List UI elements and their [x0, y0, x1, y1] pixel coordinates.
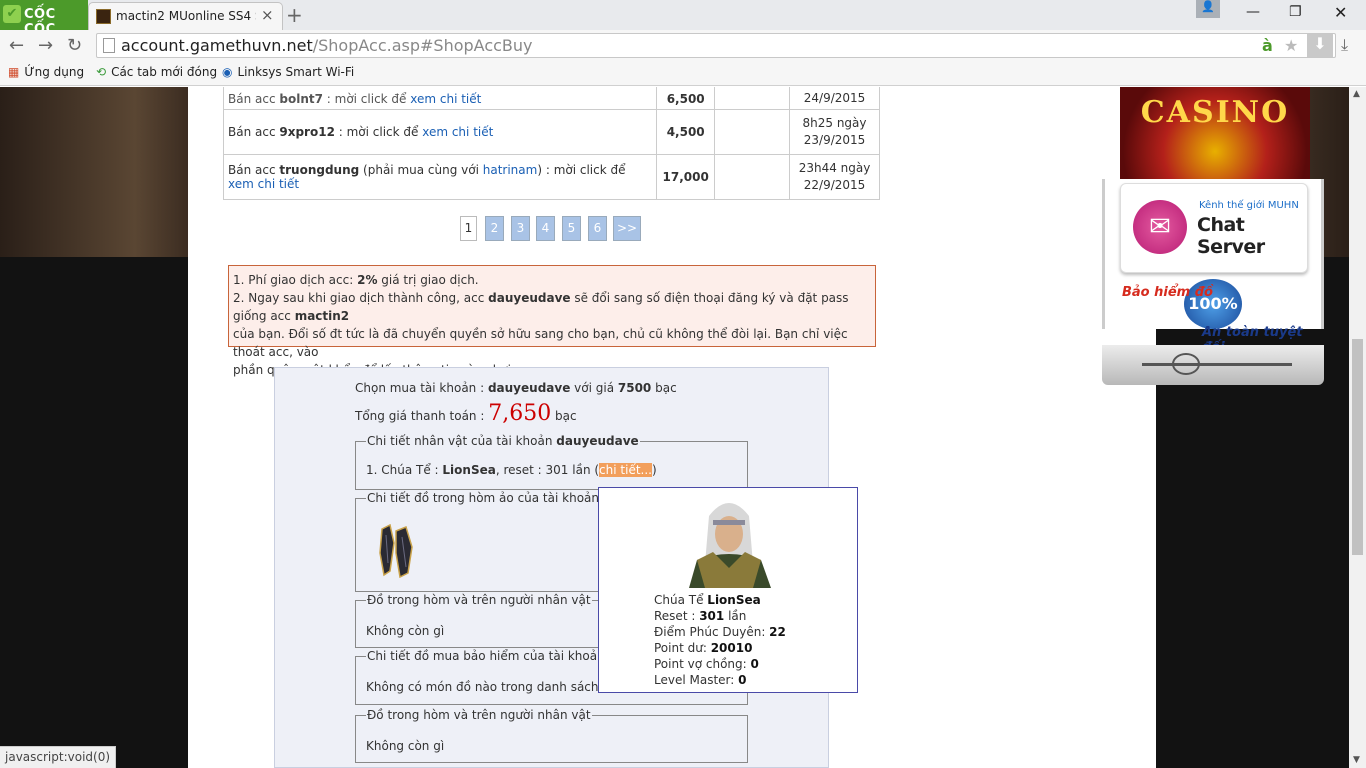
download-arrow-icon[interactable]: ⬇: [1307, 34, 1333, 57]
url-host: account.gamethuvn.net: [121, 36, 313, 55]
account-detail-link[interactable]: xem chi tiết: [228, 177, 299, 191]
page-viewport: Bán acc bolnt7 : mời click để xem chi ti…: [0, 87, 1349, 768]
bookmark-recent-tabs[interactable]: ⟲ Các tab mới đóng: [96, 65, 217, 79]
gloves-item-icon[interactable]: [378, 523, 414, 579]
inventory-legend: Đồ trong hòm và trên người nhân vật: [366, 593, 592, 607]
tab-active[interactable]: mactin2 MUonline SS4 SS6 ×: [88, 2, 283, 30]
new-tab-icon[interactable]: +: [286, 3, 303, 27]
inventory-body-2: Không còn gì: [366, 739, 445, 753]
bookmark-linksys[interactable]: ◉ Linksys Smart Wi-Fi: [222, 65, 354, 79]
insurance-banner[interactable]: 100% Bảo hiểm đồ An toàn tuyệt đối: [1122, 279, 1308, 355]
fee-notice: 1. Phí giao dịch acc: 2% giá trị giao dị…: [228, 265, 876, 377]
sword-divider: [1102, 345, 1324, 385]
bookmark-label: Ứng dụng: [24, 65, 85, 79]
apps-grid-icon: ▦: [8, 65, 20, 79]
character-legend: Chi tiết nhân vật của tài khoản dauyeuda…: [366, 434, 640, 448]
page-3[interactable]: 3: [511, 216, 530, 241]
account-list-table: Bán acc bolnt7 : mời click để xem chi ti…: [222, 87, 880, 200]
page-2[interactable]: 2: [485, 216, 504, 241]
table-row: Bán acc truongdung (phải mua cùng với ha…: [222, 154, 880, 200]
restore-icon[interactable]: ❐: [1289, 4, 1302, 20]
character-section: Chi tiết nhân vật của tài khoản dauyeuda…: [355, 434, 748, 490]
character-line: 1. Chúa Tể : LionSea, reset : 301 lần (c…: [366, 463, 657, 477]
bookmark-label: Linksys Smart Wi-Fi: [237, 65, 355, 79]
translate-icon[interactable]: à: [1262, 36, 1273, 55]
status-bar: javascript:void(0): [0, 746, 117, 768]
page-5[interactable]: 5: [562, 216, 581, 241]
table-row: Bán acc bolnt7 : mời click để xem chi ti…: [222, 87, 880, 110]
address-bar-row: ← → ↻ account.gamethuvn.net/ShopAcc.asp#…: [0, 30, 1366, 60]
coccoc-logo-icon: ✔: [3, 5, 21, 23]
character-portrait: [683, 494, 775, 588]
chat-bubble-icon: ✉: [1133, 200, 1187, 254]
page-next[interactable]: >>: [613, 216, 641, 241]
account-detail-link[interactable]: xem chi tiết: [410, 92, 481, 106]
coccoc-logo[interactable]: ✔ CỐC CỐC: [0, 0, 88, 37]
page-1: 1: [460, 216, 477, 241]
bookmark-label: Các tab mới đóng: [111, 65, 218, 79]
profile-icon[interactable]: 👤: [1196, 0, 1220, 18]
inventory-body: Không còn gì: [366, 624, 445, 638]
close-window-icon[interactable]: ✕: [1334, 3, 1347, 22]
account-price: 17,000: [656, 154, 716, 200]
bookmarks-bar: ▦ Ứng dụng ⟲ Các tab mới đóng ◉ Linksys Sma…: [0, 60, 1366, 86]
scroll-down-icon[interactable]: ▼: [1353, 755, 1360, 765]
downloads-icon[interactable]: ⤓: [1341, 35, 1348, 55]
character-stats: Chúa Tể LionSea Reset : 301 lần Điểm Phú…: [654, 593, 786, 687]
account-date: 8h25 ngày 23/9/2015: [789, 109, 880, 155]
scrollbar-thumb[interactable]: [1352, 339, 1363, 555]
total-price: 7,650: [488, 401, 552, 426]
character-popup: Chúa Tể LionSea Reset : 301 lần Điểm Phú…: [598, 487, 858, 693]
wifi-icon: ◉: [222, 65, 233, 79]
sword-icon: [1142, 363, 1292, 366]
chat-subtitle: Kênh thế giới MUHN: [1199, 200, 1299, 211]
tab-bar: ✔ CỐC CỐC mactin2 MUonline SS4 SS6 × + 👤…: [0, 0, 1366, 37]
account-date: 24/9/2015: [789, 87, 880, 110]
insurance-title: Bảo hiểm đồ: [1122, 285, 1213, 300]
minimize-icon[interactable]: —: [1246, 4, 1260, 20]
vertical-scrollbar[interactable]: ▲ ▼: [1349, 87, 1366, 768]
table-row: Bán acc 9xpro12 : mời click để xem chi t…: [222, 109, 880, 155]
tab-close-icon[interactable]: ×: [261, 6, 274, 24]
account-price: 6,500: [656, 87, 716, 110]
account-price: 4,500: [656, 109, 716, 155]
chat-title: Chat Server: [1197, 214, 1265, 258]
inventory-legend-2: Đồ trong hòm và trên người nhân vật: [366, 708, 592, 722]
account-desc: Bán acc bolnt7 : mời click để xem chi ti…: [222, 87, 658, 110]
page-6[interactable]: 6: [588, 216, 607, 241]
chat-server-banner[interactable]: ✉ Kênh thế giới MUHN Chat Server: [1120, 183, 1308, 273]
page-icon: [103, 38, 115, 53]
url-path: /ShopAcc.asp#ShopAccBuy: [312, 36, 533, 55]
purchase-total: Tổng giá thanh toán : 7,650 bạc: [355, 401, 577, 426]
inventory-section-2: Đồ trong hòm và trên người nhân vật Khôn…: [355, 708, 748, 763]
url-field[interactable]: account.gamethuvn.net/ShopAcc.asp#ShopAc…: [96, 33, 1336, 58]
partner-account-link[interactable]: hatrinam: [483, 163, 538, 177]
character-detail-link[interactable]: chi tiết...: [599, 463, 652, 477]
account-desc: Bán acc 9xpro12 : mời click để xem chi t…: [222, 109, 658, 155]
tab-favicon-icon: [96, 9, 111, 24]
account-date: 23h44 ngày 22/9/2015: [789, 154, 880, 200]
purchase-summary: Chọn mua tài khoản : dauyeudave với giá …: [355, 381, 677, 395]
history-icon: ⟲: [96, 65, 107, 79]
reload-icon[interactable]: ↻: [67, 35, 82, 56]
casino-banner[interactable]: CASINO: [1120, 87, 1310, 179]
forward-icon[interactable]: →: [38, 35, 53, 56]
tab-title: mactin2 MUonline SS4 SS6: [116, 9, 256, 23]
star-icon[interactable]: ★: [1284, 36, 1298, 55]
account-detail-link[interactable]: xem chi tiết: [422, 125, 493, 139]
back-icon[interactable]: ←: [9, 35, 24, 56]
account-desc: Bán acc truongdung (phải mua cùng với ha…: [222, 154, 658, 200]
scroll-up-icon[interactable]: ▲: [1353, 89, 1360, 99]
page-4[interactable]: 4: [536, 216, 555, 241]
casino-title: CASINO: [1140, 95, 1290, 130]
bookmark-apps[interactable]: ▦ Ứng dụng: [8, 65, 84, 79]
